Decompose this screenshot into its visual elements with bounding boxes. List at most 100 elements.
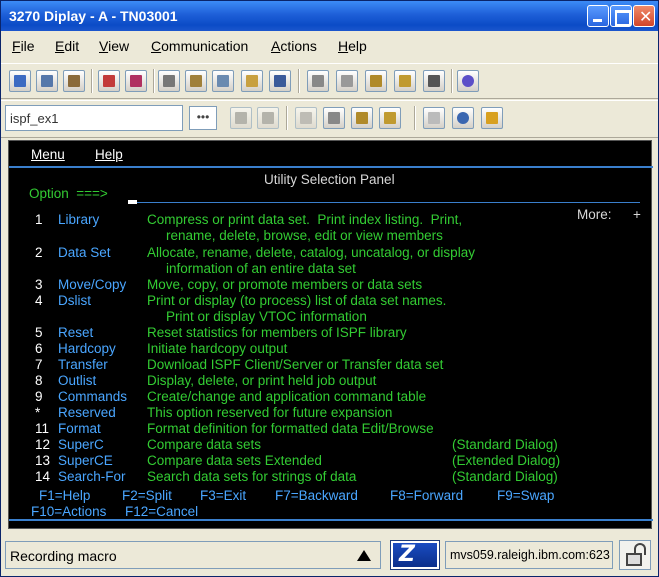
copy-button[interactable] [158, 70, 180, 92]
copy-icon [163, 75, 175, 87]
option-search-for[interactable]: Search-For [58, 469, 126, 485]
record-macro-button[interactable] [307, 70, 329, 92]
fkey-f7-backward[interactable]: F7=Backward [275, 488, 358, 504]
option-input-line[interactable] [137, 202, 640, 203]
stop-icon [328, 112, 340, 124]
record-macro-icon [312, 75, 324, 87]
menu-communication[interactable]: Communication [151, 38, 248, 54]
terminal-screen[interactable]: Menu Help Utility Selection Panel Option… [8, 140, 653, 529]
pause-macro-button[interactable] [394, 70, 416, 92]
menu-view[interactable]: View [99, 38, 129, 54]
paste-button[interactable] [185, 70, 207, 92]
fkey-f9-swap[interactable]: F9=Swap [497, 488, 554, 504]
fkey-f1-help[interactable]: F1=Help [39, 488, 90, 504]
menu-file[interactable]: File [12, 38, 35, 54]
option-hardcopy[interactable]: Hardcopy [58, 341, 116, 357]
session-setup-button[interactable] [423, 70, 445, 92]
option-number: 2 [35, 245, 43, 260]
keypad-button[interactable] [269, 70, 291, 92]
session-setup-icon [428, 75, 440, 87]
option-description: rename, delete, browse, edit or view mem… [166, 228, 443, 243]
paste-next-button[interactable] [212, 70, 234, 92]
delete-session-button[interactable] [257, 107, 279, 129]
status-message-field: Recording macro [5, 541, 381, 569]
session-name-field[interactable]: ispf_ex1 [5, 105, 183, 131]
more-options-button[interactable]: ••• [189, 106, 217, 130]
play-icon [356, 112, 368, 124]
help-button[interactable] [457, 70, 479, 92]
option-data-set[interactable]: Data Set [58, 245, 111, 261]
option-dslist[interactable]: Dslist [58, 293, 91, 309]
print-setup-icon [41, 75, 53, 87]
option-commands[interactable]: Commands [58, 389, 127, 405]
option-description: Display, delete, or print held job outpu… [147, 373, 377, 388]
option-superc[interactable]: SuperC [58, 437, 104, 453]
page-setup-button[interactable] [63, 70, 85, 92]
unlock-icon[interactable] [619, 540, 651, 570]
fkey-f12-cancel[interactable]: F12=Cancel [125, 504, 198, 520]
fkey-f10-actions[interactable]: F10=Actions [31, 504, 106, 520]
option-description: Move, copy, or promote members or data s… [147, 277, 423, 292]
print-screen-button[interactable] [9, 70, 31, 92]
option-library[interactable]: Library [58, 212, 99, 228]
receive-file-icon [130, 75, 142, 87]
option-superce[interactable]: SuperCE [58, 453, 113, 469]
pause-button-2[interactable] [379, 107, 401, 129]
more-sign: + [633, 207, 641, 222]
minimize-button[interactable] [587, 5, 609, 27]
edit-macro-button[interactable] [241, 70, 263, 92]
option-description: Download ISPF Client/Server or Transfer … [147, 357, 444, 372]
menu-edit[interactable]: Edit [55, 38, 79, 54]
stop-button-2[interactable] [323, 107, 345, 129]
stop-macro-button[interactable] [336, 70, 358, 92]
text-cursor[interactable] [128, 200, 137, 204]
page-setup-icon [68, 75, 80, 87]
terminal-menu-label[interactable]: Menu [31, 147, 65, 163]
session-logo-icon: Z [390, 540, 440, 570]
option-reset[interactable]: Reset [58, 325, 93, 341]
close-button[interactable]: ✕ [633, 5, 655, 27]
stop-macro-icon [341, 75, 353, 87]
more-label: More: [577, 207, 612, 222]
print-setup-button[interactable] [36, 70, 58, 92]
play-macro-button[interactable] [365, 70, 387, 92]
menu-help[interactable]: Help [338, 38, 367, 54]
keypad-icon [274, 75, 286, 87]
title-bar[interactable]: 3270 Diplay - A - TN03001 ✕ [1, 1, 658, 31]
close-icon: ✕ [639, 9, 653, 26]
option-number: 7 [35, 357, 43, 372]
notes-button[interactable] [423, 107, 445, 129]
help-icon [462, 75, 474, 87]
timer-button[interactable] [452, 107, 474, 129]
delete-icon [262, 112, 274, 124]
option-reserved[interactable]: Reserved [58, 405, 116, 421]
fkey-f2-split[interactable]: F2=Split [122, 488, 172, 504]
option-description: Search data sets for strings of data [147, 469, 357, 484]
option-note: (Standard Dialog) [452, 437, 558, 452]
record-button-2[interactable] [295, 107, 317, 129]
option-transfer[interactable]: Transfer [58, 357, 108, 373]
edit-session-button[interactable] [230, 107, 252, 129]
bottom-divider [9, 519, 653, 521]
option-outlist[interactable]: Outlist [58, 373, 96, 389]
option-number: 11 [35, 421, 50, 436]
menu-actions[interactable]: Actions [271, 38, 317, 54]
status-message: Recording macro [10, 548, 117, 564]
option-format[interactable]: Format [58, 421, 101, 437]
terminal-help-label[interactable]: Help [95, 147, 123, 163]
mail-button[interactable] [481, 107, 503, 129]
receive-file-button[interactable] [125, 70, 147, 92]
option-description: This option reserved for future expansio… [147, 405, 393, 420]
triangle-up-icon[interactable] [357, 550, 371, 561]
fkey-f8-forward[interactable]: F8=Forward [390, 488, 463, 504]
option-description: Print or display VTOC information [166, 309, 367, 324]
maximize-button[interactable] [610, 5, 632, 27]
paste-next-icon [217, 75, 229, 87]
status-bar: Recording macro Z mvs059.raleigh.ibm.com… [1, 532, 658, 576]
option-move-copy[interactable]: Move/Copy [58, 277, 126, 293]
host-address: mvs059.raleigh.ibm.com:623 [445, 541, 613, 569]
play-button-2[interactable] [351, 107, 373, 129]
send-file-button[interactable] [98, 70, 120, 92]
fkey-f3-exit[interactable]: F3=Exit [200, 488, 246, 504]
option-number: 5 [35, 325, 43, 340]
